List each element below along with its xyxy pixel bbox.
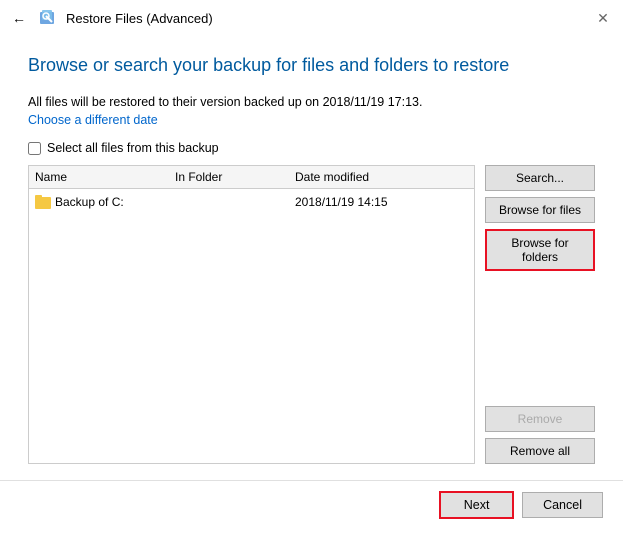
restore-files-window: ← Restore Files (Advanced) ✕ Browse or s… — [0, 0, 623, 533]
row-name-text: Backup of C: — [55, 195, 124, 209]
window-title: Restore Files (Advanced) — [66, 11, 213, 26]
folder-icon — [35, 195, 51, 209]
footer: Next Cancel — [0, 480, 623, 533]
back-button[interactable]: ← — [12, 10, 26, 26]
browse-folders-button[interactable]: Browse for folders — [485, 229, 595, 271]
table-header: Name In Folder Date modified — [29, 166, 474, 189]
file-table: Name In Folder Date modified Backup of C… — [28, 165, 475, 464]
table-body: Backup of C: 2018/11/19 14:15 — [29, 189, 474, 463]
table-row[interactable]: Backup of C: 2018/11/19 14:15 — [29, 189, 474, 215]
browse-files-button[interactable]: Browse for files — [485, 197, 595, 223]
next-button[interactable]: Next — [439, 491, 514, 519]
remove-button[interactable]: Remove — [485, 406, 595, 432]
col-header-infolder: In Folder — [175, 170, 295, 184]
remove-all-button[interactable]: Remove all — [485, 438, 595, 464]
info-text: All files will be restored to their vers… — [28, 95, 595, 109]
spacer — [485, 277, 595, 400]
select-all-label: Select all files from this backup — [47, 141, 219, 155]
col-header-name: Name — [35, 170, 175, 184]
main-content: Browse or search your backup for files a… — [0, 34, 623, 480]
select-all-row: Select all files from this backup — [28, 141, 595, 155]
main-area: Name In Folder Date modified Backup of C… — [28, 165, 595, 464]
cancel-button[interactable]: Cancel — [522, 492, 603, 518]
title-bar-left: ← Restore Files (Advanced) — [12, 8, 213, 28]
row-date-cell: 2018/11/19 14:15 — [295, 195, 468, 209]
choose-date-link[interactable]: Choose a different date — [28, 113, 595, 127]
search-button[interactable]: Search... — [485, 165, 595, 191]
col-header-date: Date modified — [295, 170, 468, 184]
app-icon — [38, 8, 58, 28]
close-button[interactable]: ✕ — [595, 10, 611, 26]
page-title: Browse or search your backup for files a… — [28, 54, 595, 77]
title-bar: ← Restore Files (Advanced) ✕ — [0, 0, 623, 34]
select-all-checkbox[interactable] — [28, 142, 41, 155]
side-buttons-panel: Search... Browse for files Browse for fo… — [485, 165, 595, 464]
row-name-cell: Backup of C: — [35, 195, 175, 209]
